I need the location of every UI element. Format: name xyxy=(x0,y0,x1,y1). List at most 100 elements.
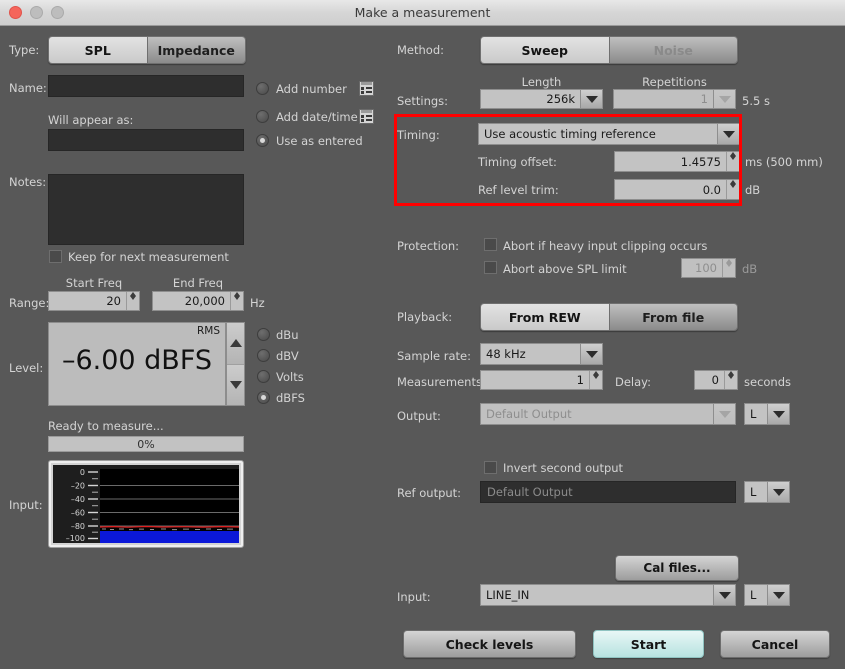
playback-option-from-rew[interactable]: From REW xyxy=(481,304,609,330)
repetitions-field: 1 xyxy=(613,89,736,109)
level-label: Level: xyxy=(9,361,44,375)
timing-label: Timing: xyxy=(397,128,440,142)
measurements-down-icon[interactable] xyxy=(590,375,602,379)
input-device-value: LINE_IN xyxy=(486,588,530,602)
cancel-button[interactable]: Cancel xyxy=(720,630,830,658)
output-combo: Default Output xyxy=(480,403,736,425)
radio-level-dbu[interactable] xyxy=(257,328,270,341)
svg-text:0: 0 xyxy=(80,468,85,477)
check-levels-button[interactable]: Check levels xyxy=(403,630,576,658)
timing-mode-chevron-down-icon[interactable] xyxy=(717,124,739,144)
scope-canvas: 0 –20 –40 –60 –80 –100 xyxy=(53,465,239,543)
method-toggle-group[interactable]: Sweep Noise xyxy=(480,36,738,64)
duration-text: 5.5 s xyxy=(742,94,770,108)
ref-output-label: Ref output: xyxy=(397,486,462,500)
input-device-chevron-down-icon[interactable] xyxy=(713,585,735,605)
measurements-stepper[interactable] xyxy=(589,371,602,389)
ref-level-trim-label: Ref level trim: xyxy=(478,183,559,197)
range-unit-label: Hz xyxy=(250,296,265,310)
protection-label: Protection: xyxy=(397,239,460,253)
type-toggle-group[interactable]: SPL Impedance xyxy=(48,36,246,64)
abort-spl-limit-checkbox[interactable] xyxy=(484,261,497,274)
radio-add-number[interactable] xyxy=(256,82,269,95)
output-channel-combo[interactable]: L xyxy=(744,403,790,425)
label-level-dbfs: dBFS xyxy=(276,391,305,405)
input-scope-label: Input: xyxy=(9,498,43,512)
start-freq-down-icon[interactable] xyxy=(127,296,139,300)
label-use-as-entered: Use as entered xyxy=(276,134,363,148)
add-number-format-icon[interactable] xyxy=(359,81,374,96)
type-option-spl[interactable]: SPL xyxy=(49,37,147,63)
will-appear-as-label: Will appear as: xyxy=(48,113,134,127)
type-option-impedance[interactable]: Impedance xyxy=(146,37,245,63)
end-freq-down-icon[interactable] xyxy=(231,296,243,300)
playback-toggle-group[interactable]: From REW From file xyxy=(480,303,738,331)
label-level-dbu: dBu xyxy=(276,328,299,342)
start-freq-input[interactable]: 20 xyxy=(48,291,140,311)
keep-notes-checkbox[interactable] xyxy=(49,250,62,263)
add-datetime-format-icon[interactable] xyxy=(359,109,374,124)
ref-output-field: Default Output xyxy=(480,481,736,503)
timing-offset-input[interactable]: 1.4575 xyxy=(614,151,740,172)
timing-offset-down-icon[interactable] xyxy=(727,156,739,160)
delay-stepper[interactable] xyxy=(724,371,737,389)
radio-level-dbv[interactable] xyxy=(257,349,270,362)
timing-offset-value: 1.4575 xyxy=(680,154,721,169)
end-freq-stepper[interactable] xyxy=(230,292,243,310)
repetitions-chevron-down-icon xyxy=(713,90,735,108)
invert-second-output-checkbox[interactable] xyxy=(484,461,497,474)
start-button[interactable]: Start xyxy=(593,630,704,658)
notes-textarea[interactable] xyxy=(48,174,244,245)
measurements-value: 1 xyxy=(576,373,584,387)
will-appear-as-value xyxy=(48,129,244,151)
ref-level-trim-stepper[interactable] xyxy=(726,180,739,199)
sample-rate-label: Sample rate: xyxy=(397,349,472,363)
radio-level-dbfs[interactable] xyxy=(257,391,270,404)
delay-down-icon[interactable] xyxy=(725,375,737,379)
input-device-combo[interactable]: LINE_IN xyxy=(480,584,736,606)
sample-rate-combo[interactable]: 48 kHz xyxy=(480,343,603,365)
svg-text:–20: –20 xyxy=(71,482,85,491)
radio-use-as-entered[interactable] xyxy=(256,134,269,147)
delay-input[interactable]: 0 xyxy=(694,370,738,390)
length-chevron-down-icon[interactable] xyxy=(580,90,602,108)
timing-offset-stepper[interactable] xyxy=(726,152,739,171)
radio-add-datetime[interactable] xyxy=(256,110,269,123)
invert-second-output-label: Invert second output xyxy=(503,461,624,475)
window-title: Make a measurement xyxy=(354,5,491,20)
sample-rate-chevron-down-icon[interactable] xyxy=(580,344,602,364)
level-up-icon[interactable] xyxy=(227,323,244,365)
timing-offset-label: Timing offset: xyxy=(478,155,557,169)
level-display[interactable]: RMS –6.00 dBFS xyxy=(48,322,226,406)
type-label: Type: xyxy=(9,43,40,57)
sample-rate-value: 48 kHz xyxy=(486,347,526,361)
playback-option-from-file[interactable]: From file xyxy=(608,304,737,330)
timing-mode-combo[interactable]: Use acoustic timing reference xyxy=(478,123,740,145)
ref-level-trim-input[interactable]: 0.0 xyxy=(614,179,740,200)
input-channel-combo[interactable]: L xyxy=(744,584,790,606)
abort-clipping-checkbox[interactable] xyxy=(484,238,497,251)
ref-output-channel-chevron-down-icon[interactable] xyxy=(767,482,789,502)
label-level-dbv: dBV xyxy=(276,349,299,363)
ref-level-trim-down-icon[interactable] xyxy=(727,184,739,188)
length-label: Length xyxy=(521,75,562,89)
length-combo[interactable]: 256k xyxy=(480,89,603,109)
start-freq-stepper[interactable] xyxy=(126,292,139,310)
input-channel-value: L xyxy=(750,588,757,602)
cal-files-button[interactable]: Cal files... xyxy=(615,555,739,581)
name-input[interactable] xyxy=(48,75,244,97)
input-channel-chevron-down-icon[interactable] xyxy=(767,585,789,605)
method-option-sweep[interactable]: Sweep xyxy=(481,37,609,63)
name-label: Name: xyxy=(9,81,47,95)
output-value: Default Output xyxy=(486,407,572,421)
output-channel-chevron-down-icon[interactable] xyxy=(767,404,789,424)
method-option-noise: Noise xyxy=(608,37,737,63)
ref-output-channel-combo[interactable]: L xyxy=(744,481,790,503)
radio-level-volts[interactable] xyxy=(257,370,270,383)
timing-offset-unit: ms (500 mm) xyxy=(745,155,823,169)
measurements-input[interactable]: 1 xyxy=(480,370,603,390)
level-down-icon[interactable] xyxy=(227,364,244,405)
level-stepper[interactable] xyxy=(226,322,245,406)
level-rms-label: RMS xyxy=(196,325,220,337)
end-freq-input[interactable]: 20,000 xyxy=(152,291,244,311)
